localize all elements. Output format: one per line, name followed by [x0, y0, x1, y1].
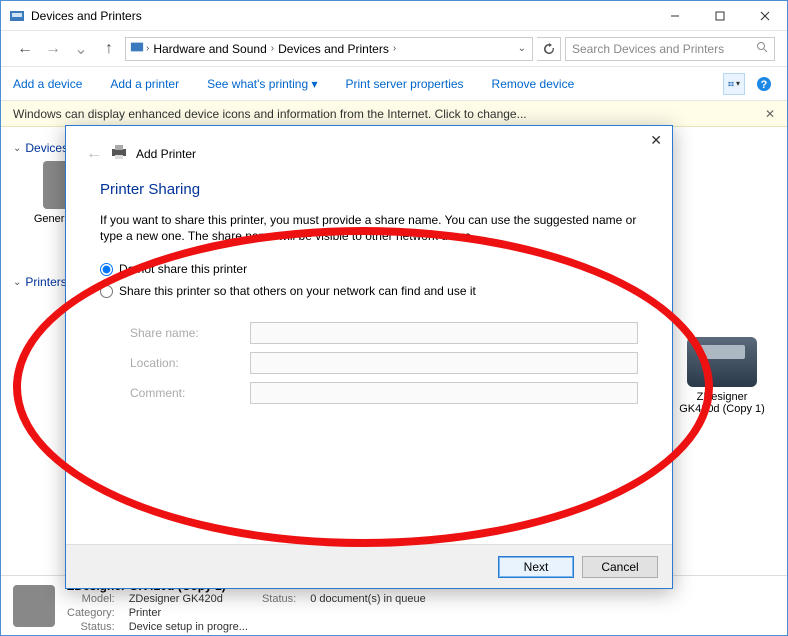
status-value: 0 document(s) in queue	[310, 593, 426, 605]
cancel-button[interactable]: Cancel	[582, 556, 658, 578]
category-key: Category:	[67, 607, 115, 619]
recent-locations-button[interactable]: ⌄	[69, 37, 93, 61]
printer-icon	[13, 585, 55, 627]
location-label: Location:	[130, 356, 250, 370]
printer-icon	[687, 337, 757, 387]
view-options-button[interactable]: ▾	[723, 73, 745, 95]
maximize-button[interactable]	[697, 1, 742, 30]
dialog-close-button[interactable]: ✕	[650, 132, 662, 149]
share-name-label: Share name:	[130, 326, 250, 340]
breadcrumb-seg[interactable]: Devices and Printers	[278, 42, 389, 56]
status2-value: Device setup in progre...	[129, 621, 248, 633]
chevron-right-icon: ›	[393, 43, 396, 54]
printer-item[interactable]: ZDesigner GK420d (Copy 1)	[677, 337, 767, 415]
info-bar[interactable]: Windows can display enhanced device icon…	[1, 101, 787, 127]
command-bar: Add a device Add a printer See what's pr…	[1, 67, 787, 101]
chevron-right-icon: ›	[146, 43, 149, 54]
search-icon	[756, 41, 768, 56]
printer-icon	[110, 144, 128, 163]
svg-text:?: ?	[761, 79, 768, 91]
breadcrumb-seg[interactable]: Hardware and Sound	[153, 42, 266, 56]
location-input[interactable]	[250, 352, 638, 374]
remove-device-button[interactable]: Remove device	[492, 77, 575, 91]
comment-label: Comment:	[130, 386, 250, 400]
refresh-button[interactable]	[537, 37, 561, 61]
add-device-button[interactable]: Add a device	[13, 77, 82, 91]
status-key: Status:	[262, 593, 296, 605]
help-button[interactable]: ?	[753, 73, 775, 95]
dialog-intro: If you want to share this printer, you m…	[100, 212, 638, 244]
category-value: Printer	[129, 607, 248, 619]
add-printer-dialog: ✕ ← Add Printer Printer Sharing If you w…	[65, 125, 673, 589]
window-controls	[652, 1, 787, 30]
info-bar-text: Windows can display enhanced device icon…	[13, 107, 527, 121]
close-button[interactable]	[742, 1, 787, 30]
dialog-header: Add Printer	[136, 147, 196, 161]
chevron-right-icon: ›	[271, 43, 274, 54]
up-button[interactable]: ↑	[97, 37, 121, 61]
forward-button[interactable]: →	[41, 37, 65, 61]
model-key: Model:	[67, 593, 115, 605]
add-printer-button[interactable]: Add a printer	[110, 77, 179, 91]
next-button[interactable]: Next	[498, 556, 574, 578]
info-bar-close-icon[interactable]: ✕	[765, 107, 775, 121]
window-title: Devices and Printers	[31, 9, 652, 23]
address-bar: ← → ⌄ ↑ › Hardware and Sound › Devices a…	[1, 31, 787, 67]
printer-label: ZDesigner GK420d (Copy 1)	[677, 391, 767, 415]
radio-share[interactable]	[100, 285, 113, 298]
status2-key: Status:	[67, 621, 115, 633]
radio-do-not-share[interactable]	[100, 263, 113, 276]
radio-share-label[interactable]: Share this printer so that others on you…	[119, 284, 476, 298]
chevron-down-icon[interactable]: ⌄	[518, 43, 526, 54]
back-button[interactable]: ←	[13, 37, 37, 61]
comment-input[interactable]	[250, 382, 638, 404]
app-icon	[9, 8, 25, 24]
titlebar: Devices and Printers	[1, 1, 787, 31]
minimize-button[interactable]	[652, 1, 697, 30]
see-whats-printing-button[interactable]: See what's printing ▾	[207, 77, 317, 91]
model-value: ZDesigner GK420d	[129, 593, 248, 605]
radio-do-not-share-label[interactable]: Do not share this printer	[119, 262, 247, 276]
dialog-title: Printer Sharing	[66, 167, 672, 204]
print-server-properties-button[interactable]: Print server properties	[345, 77, 463, 91]
search-placeholder: Search Devices and Printers	[572, 42, 724, 56]
breadcrumb[interactable]: › Hardware and Sound › Devices and Print…	[125, 37, 533, 61]
share-name-input[interactable]	[250, 322, 638, 344]
search-input[interactable]: Search Devices and Printers	[565, 37, 775, 61]
dialog-back-button[interactable]: ←	[86, 145, 102, 163]
control-panel-icon	[130, 40, 144, 57]
